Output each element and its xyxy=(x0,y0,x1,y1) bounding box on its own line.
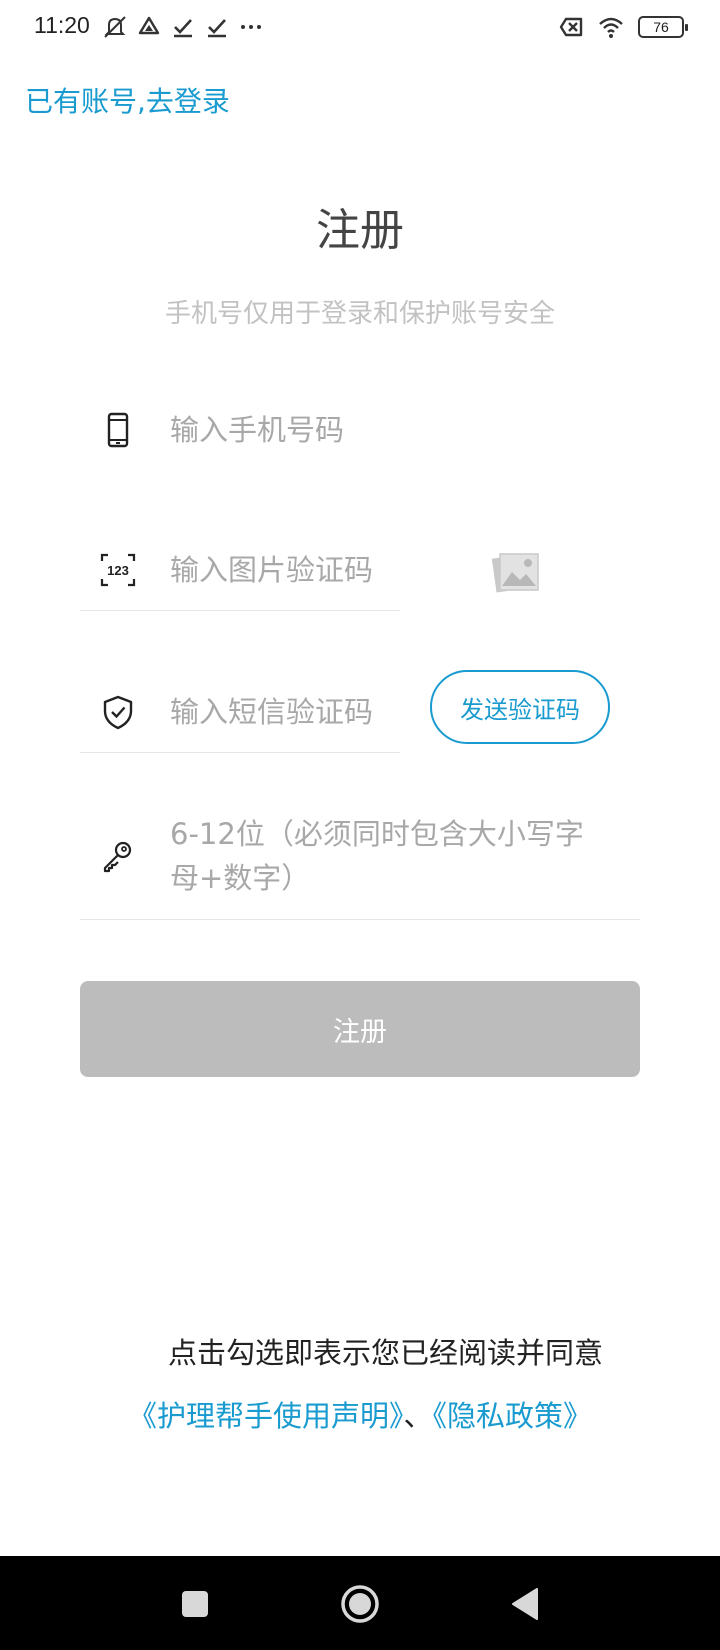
drive-icon xyxy=(138,16,160,35)
mute-icon xyxy=(104,16,126,38)
home-button[interactable] xyxy=(340,1584,380,1624)
go-login-link[interactable]: 已有账号,去登录 xyxy=(25,80,230,120)
policy-separator: 、 xyxy=(403,1399,433,1433)
sim-off-icon xyxy=(559,17,583,37)
page-title: 注册 xyxy=(316,205,404,256)
phone-row xyxy=(80,395,640,465)
status-left-icons xyxy=(102,14,264,40)
captcha-input[interactable] xyxy=(170,547,390,593)
wifi-icon xyxy=(599,17,623,38)
policy-links: 《护理帮手使用声明》、《隐私政策》 xyxy=(0,1393,720,1435)
shield-check-icon xyxy=(103,695,133,730)
navigation-bar xyxy=(0,1556,720,1650)
phone-icon xyxy=(107,412,129,448)
captcha-image[interactable] xyxy=(490,548,540,596)
phone-input[interactable] xyxy=(170,407,610,453)
sms-code-input[interactable] xyxy=(170,689,390,735)
captcha-underline xyxy=(80,610,400,611)
triangle-back-icon xyxy=(512,1588,538,1620)
recent-apps-button[interactable] xyxy=(175,1584,215,1624)
circle-icon xyxy=(341,1585,379,1623)
check-icon xyxy=(174,19,192,38)
captcha-row: 123 xyxy=(80,530,640,612)
page-subtitle: 手机号仅用于登录和保护账号安全 xyxy=(164,299,555,329)
sms-underline xyxy=(80,752,400,753)
status-bar: 11:20 76 xyxy=(0,0,720,56)
terms-link[interactable]: 《护理帮手使用声明》 xyxy=(128,1399,404,1433)
send-code-button[interactable]: 发送验证码 xyxy=(430,670,610,744)
battery-icon: 76 xyxy=(638,16,688,38)
status-time: 11:20 xyxy=(34,12,90,38)
check-icon xyxy=(208,19,226,38)
square-icon xyxy=(182,1591,208,1617)
number-code-icon: 123 xyxy=(100,553,136,587)
password-underline xyxy=(80,919,640,920)
password-row xyxy=(80,810,640,920)
svg-text:123: 123 xyxy=(107,563,129,578)
back-button[interactable] xyxy=(505,1584,545,1624)
status-right-icons: 76 xyxy=(558,14,688,40)
key-icon xyxy=(103,841,132,873)
agreement-text: 点击勾选即表示您已经阅读并同意 xyxy=(168,1336,604,1370)
more-icon xyxy=(241,25,261,29)
sms-row: 发送验证码 xyxy=(80,670,640,754)
register-button[interactable]: 注册 xyxy=(80,981,640,1077)
privacy-link[interactable]: 《隐私政策》 xyxy=(433,1399,593,1433)
password-input[interactable] xyxy=(170,812,610,906)
